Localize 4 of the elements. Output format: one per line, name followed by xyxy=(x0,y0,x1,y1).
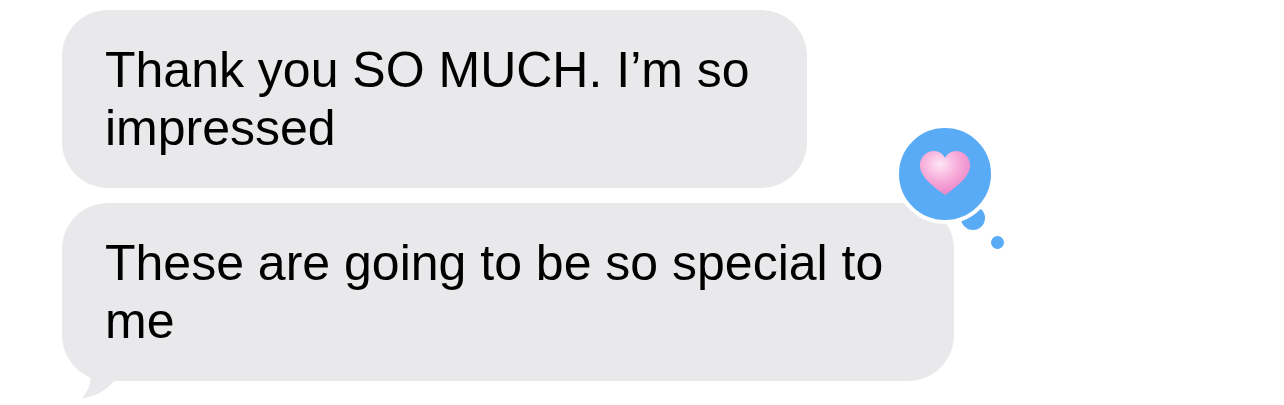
reaction-dot xyxy=(991,236,1004,249)
message-bubble: These are going to be so special to me xyxy=(62,203,954,381)
message-bubble: Thank you SO MUCH. I’m so impressed xyxy=(62,10,807,188)
heart-icon xyxy=(919,151,971,197)
